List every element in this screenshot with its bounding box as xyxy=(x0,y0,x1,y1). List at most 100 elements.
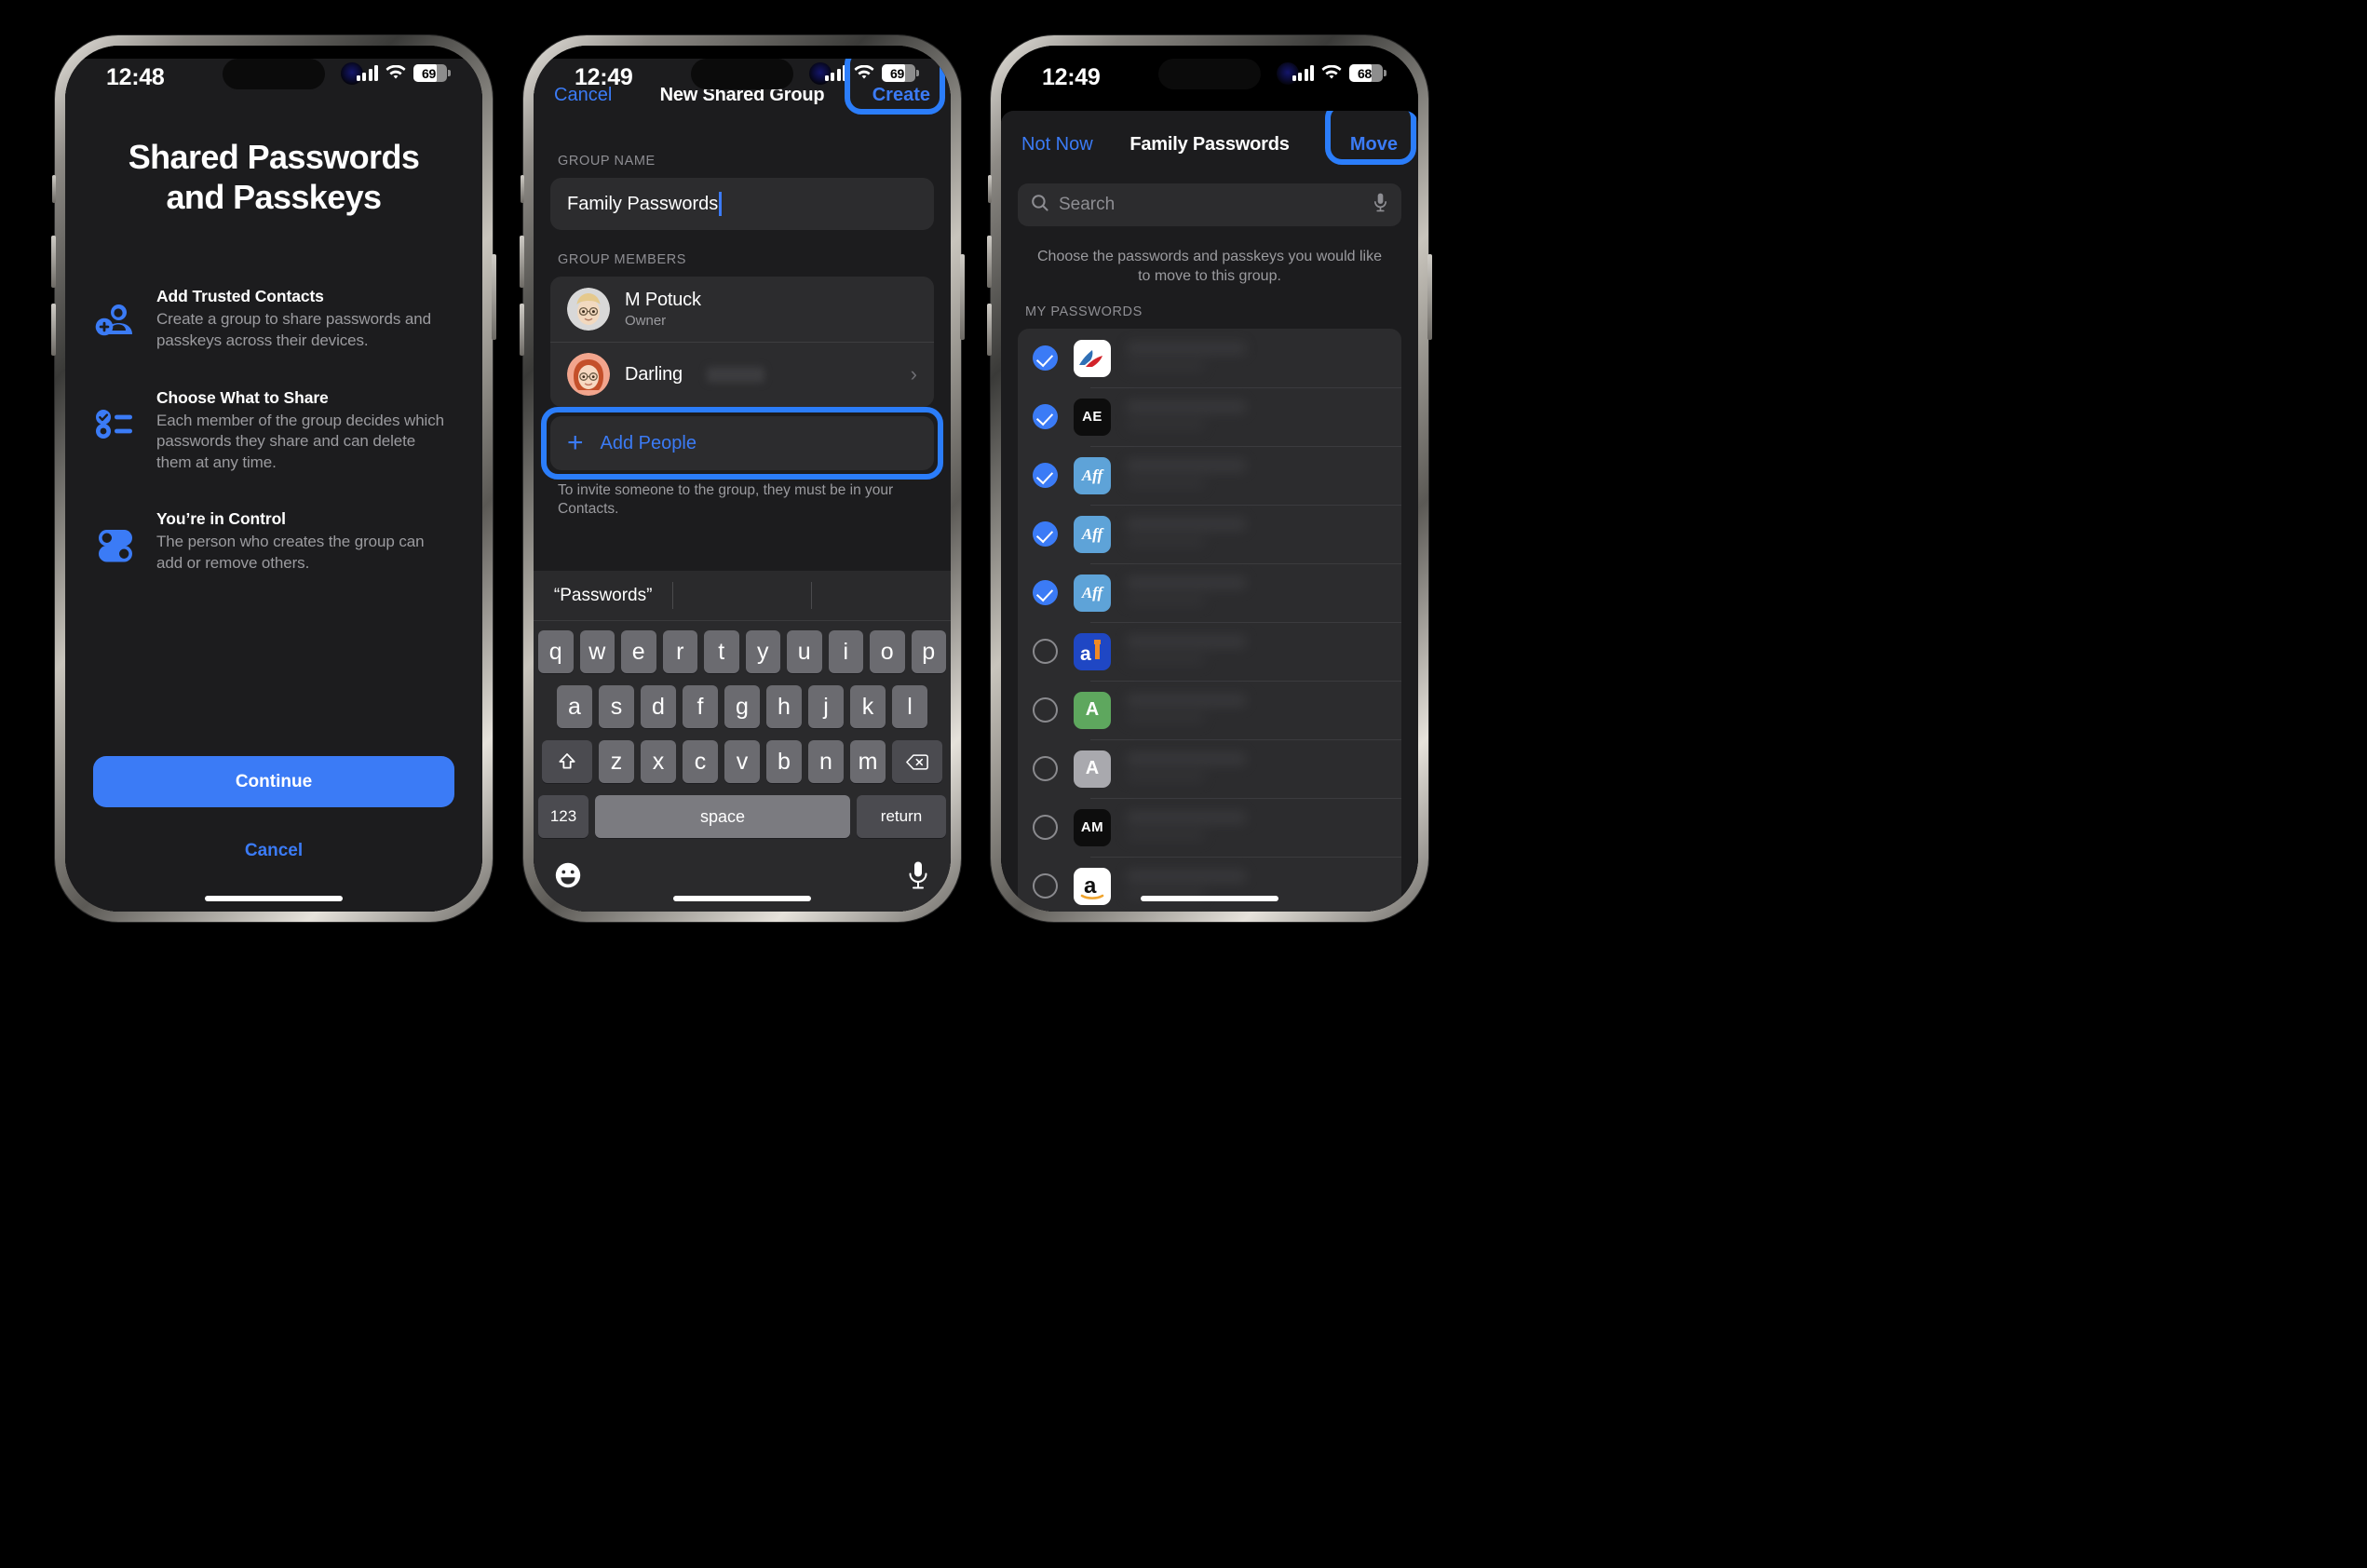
home-indicator[interactable] xyxy=(673,896,811,901)
volume-down-button[interactable] xyxy=(520,304,524,356)
key-t[interactable]: t xyxy=(704,630,739,673)
battery-percent: 69 xyxy=(422,65,436,81)
checkbox-unchecked[interactable] xyxy=(1033,873,1058,899)
key-c[interactable]: c xyxy=(683,740,718,783)
key-r[interactable]: r xyxy=(662,630,697,673)
key-j[interactable]: j xyxy=(808,685,844,728)
key-l[interactable]: l xyxy=(892,685,927,728)
silent-switch[interactable] xyxy=(988,175,992,203)
search-input[interactable]: Search xyxy=(1018,183,1401,226)
person-add-icon xyxy=(93,299,138,344)
backspace-icon[interactable] xyxy=(892,740,942,783)
ae-icon: AE xyxy=(1074,398,1111,436)
list-item[interactable]: AE xyxy=(1018,387,1401,446)
checkbox-unchecked[interactable] xyxy=(1033,815,1058,841)
add-people-label: Add People xyxy=(600,432,697,453)
move-button[interactable]: Move xyxy=(1350,134,1398,155)
checkbox-checked[interactable] xyxy=(1033,463,1058,489)
phone-3-screen: 12:49 68 Not Now Family Passwords Move S… xyxy=(1001,46,1418,912)
checkbox-unchecked[interactable] xyxy=(1033,756,1058,782)
keyboard-row-2: a s d f g h j k l xyxy=(538,685,946,728)
key-e[interactable]: e xyxy=(621,630,656,673)
checkbox-checked[interactable] xyxy=(1033,521,1058,547)
cancel-button[interactable]: Cancel xyxy=(65,841,482,861)
key-m[interactable]: m xyxy=(850,740,886,783)
emoji-icon[interactable] xyxy=(554,861,582,894)
keyboard-suggestion-bar: “Passwords” xyxy=(534,571,951,621)
home-indicator[interactable] xyxy=(1141,896,1278,901)
key-k[interactable]: k xyxy=(850,685,886,728)
add-people-button[interactable]: + Add People xyxy=(550,416,934,470)
checkbox-unchecked[interactable] xyxy=(1033,697,1058,723)
american-airlines-icon xyxy=(1074,339,1111,377)
list-item[interactable]: a xyxy=(1018,622,1401,681)
list-item[interactable]: AM xyxy=(1018,798,1401,857)
list-item[interactable] xyxy=(1018,329,1401,387)
list-item[interactable]: a xyxy=(1018,857,1401,912)
microphone-icon[interactable] xyxy=(1373,192,1388,218)
checkbox-unchecked[interactable] xyxy=(1033,639,1058,665)
space-key[interactable]: space xyxy=(595,795,850,838)
checkbox-checked[interactable] xyxy=(1033,580,1058,606)
key-g[interactable]: g xyxy=(724,685,760,728)
key-x[interactable]: x xyxy=(641,740,676,783)
volume-down-button[interactable] xyxy=(51,304,56,356)
member-row-owner[interactable]: M Potuck Owner xyxy=(550,277,934,342)
key-f[interactable]: f xyxy=(683,685,718,728)
key-b[interactable]: b xyxy=(766,740,802,783)
key-h[interactable]: h xyxy=(766,685,802,728)
key-u[interactable]: u xyxy=(787,630,822,673)
checkbox-checked[interactable] xyxy=(1033,404,1058,430)
search-placeholder: Search xyxy=(1059,195,1116,214)
key-n[interactable]: n xyxy=(808,740,844,783)
return-key[interactable]: return xyxy=(857,795,946,838)
key-q[interactable]: q xyxy=(538,630,574,673)
power-button[interactable] xyxy=(960,254,965,340)
key-s[interactable]: s xyxy=(599,685,634,728)
continue-button[interactable]: Continue xyxy=(93,756,454,807)
suggestion-1[interactable]: “Passwords” xyxy=(534,586,672,606)
a-green-icon: A xyxy=(1074,691,1111,729)
dynamic-island xyxy=(223,59,325,89)
not-now-button[interactable]: Not Now xyxy=(1021,134,1093,155)
power-button[interactable] xyxy=(492,254,496,340)
key-i[interactable]: i xyxy=(828,630,863,673)
feature-item: Add Trusted Contacts Create a group to s… xyxy=(93,286,454,351)
key-o[interactable]: o xyxy=(870,630,905,673)
group-name-input[interactable]: Family Passwords xyxy=(550,178,934,230)
volume-up-button[interactable] xyxy=(987,236,992,288)
aff-icon: Aff xyxy=(1074,515,1111,553)
volume-up-button[interactable] xyxy=(51,236,56,288)
microphone-icon[interactable] xyxy=(906,860,930,895)
home-indicator[interactable] xyxy=(205,896,343,901)
avatar xyxy=(567,353,610,396)
key-y[interactable]: y xyxy=(745,630,780,673)
list-item[interactable]: Aff xyxy=(1018,505,1401,563)
wifi-icon xyxy=(1321,64,1342,81)
silent-switch[interactable] xyxy=(521,175,524,203)
keyboard-row-3: z x c v b n m xyxy=(538,740,946,783)
key-v[interactable]: v xyxy=(724,740,760,783)
key-d[interactable]: d xyxy=(641,685,676,728)
silent-switch[interactable] xyxy=(52,175,56,203)
checkbox-checked[interactable] xyxy=(1033,345,1058,372)
key-a[interactable]: a xyxy=(557,685,592,728)
phone-1-screen: 12:48 69 Shared Passwords and Passkeys A… xyxy=(65,46,482,912)
volume-up-button[interactable] xyxy=(520,236,524,288)
shift-icon[interactable] xyxy=(542,740,592,783)
key-p[interactable]: p xyxy=(911,630,946,673)
status-bar: 12:48 69 xyxy=(65,46,482,103)
member-row[interactable]: Darling › xyxy=(550,342,934,407)
numbers-key[interactable]: 123 xyxy=(538,795,588,838)
key-w[interactable]: w xyxy=(579,630,615,673)
volume-down-button[interactable] xyxy=(987,304,992,356)
passwords-list: AE Aff Aff Aff a A A AM a xyxy=(1018,329,1401,912)
search-icon xyxy=(1031,194,1049,217)
keyboard-row-4: 123 space return xyxy=(538,795,946,838)
list-item[interactable]: A xyxy=(1018,739,1401,798)
power-button[interactable] xyxy=(1427,254,1432,340)
list-item[interactable]: Aff xyxy=(1018,446,1401,505)
key-z[interactable]: z xyxy=(599,740,634,783)
list-item[interactable]: Aff xyxy=(1018,563,1401,622)
list-item[interactable]: A xyxy=(1018,681,1401,739)
